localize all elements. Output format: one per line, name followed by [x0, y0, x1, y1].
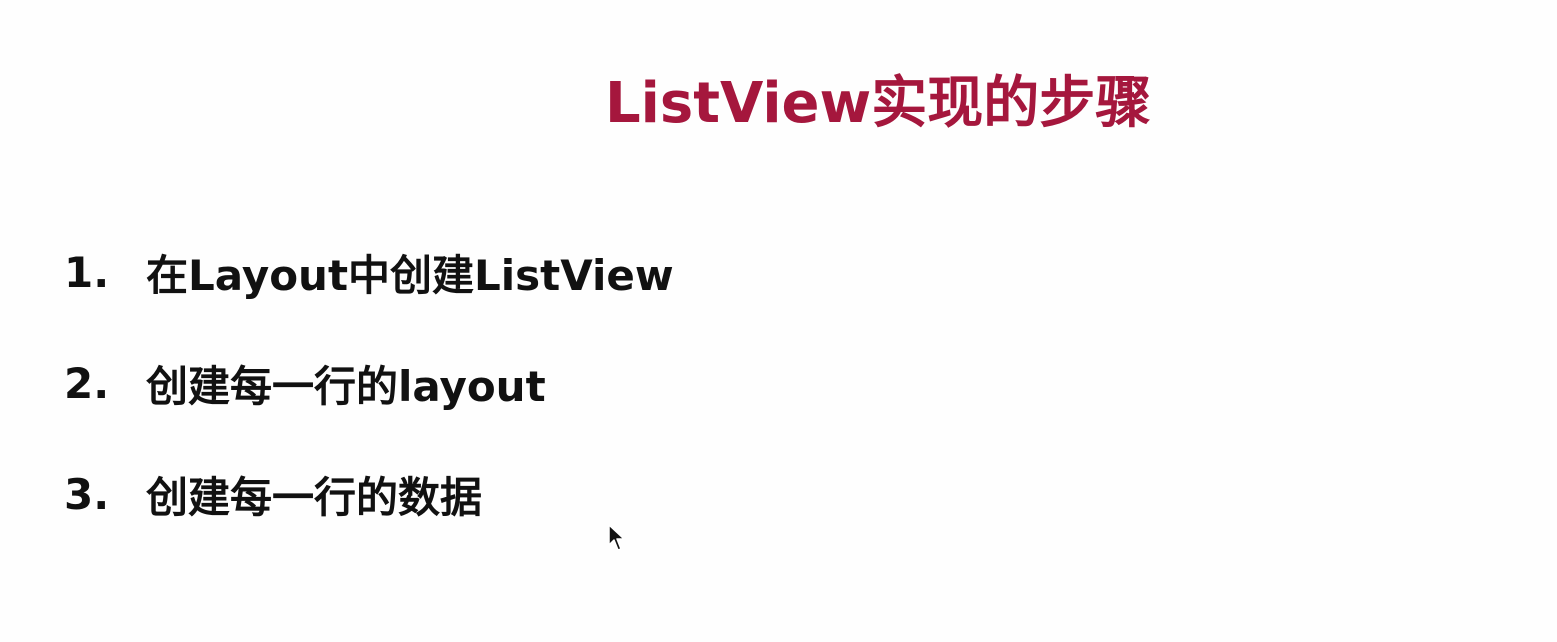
step-text: 在Layout中创建ListView	[146, 250, 674, 300]
step-text: 创建每一行的数据	[146, 472, 483, 522]
slide-title: ListView实现的步骤	[605, 71, 1152, 136]
steps-list: 1. 在Layout中创建ListView 2. 创建每一行的layout 3.…	[64, 244, 674, 577]
list-item: 3. 创建每一行的数据	[64, 466, 674, 522]
step-number: 2.	[64, 358, 110, 408]
list-item: 2. 创建每一行的layout	[64, 355, 674, 411]
mouse-pointer-icon	[608, 524, 625, 551]
step-text: 创建每一行的layout	[146, 361, 546, 411]
step-number: 3.	[64, 469, 110, 519]
presentation-slide: ListView实现的步骤 1. 在Layout中创建ListView 2. 创…	[0, 0, 1557, 642]
step-number: 1.	[64, 247, 110, 297]
list-item: 1. 在Layout中创建ListView	[64, 244, 674, 300]
